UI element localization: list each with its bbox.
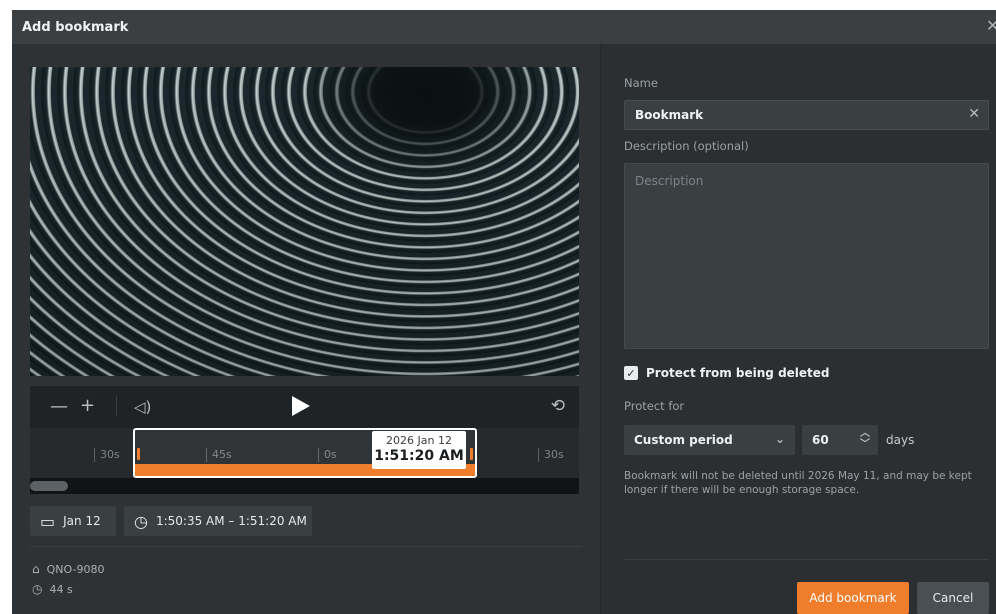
protect-label: Protect from being deleted xyxy=(646,366,830,380)
minus-icon[interactable]: — xyxy=(50,398,68,416)
play-icon[interactable] xyxy=(292,396,310,416)
description-placeholder: Description xyxy=(635,174,704,188)
divider xyxy=(624,559,989,560)
time-range-label: 1:50:35 AM – 1:51:20 AM xyxy=(155,514,307,528)
stepper-arrows-icon[interactable]: ︿ ﹀ xyxy=(860,428,870,450)
close-icon[interactable]: ✕ xyxy=(986,18,996,34)
date-button-label: Jan 12 xyxy=(63,514,101,528)
duration-value: 44 s xyxy=(49,582,73,596)
description-field[interactable]: Description xyxy=(624,163,989,349)
description-label: Description (optional) xyxy=(624,139,749,153)
selection-start-handle[interactable] xyxy=(137,448,140,460)
period-select[interactable]: Custom period ⌄ xyxy=(624,425,795,455)
name-value: Bookmark xyxy=(635,108,704,122)
form-pane: Name Bookmark ✕ Description (optional) D… xyxy=(601,44,996,614)
plus-icon[interactable]: + xyxy=(80,397,95,415)
name-label: Name xyxy=(624,76,658,90)
calendar-icon: ▭ xyxy=(40,511,56,531)
protect-for-label: Protect for xyxy=(624,399,685,413)
dialog-titlebar: Add bookmark ✕ xyxy=(12,10,996,44)
clock-icon: ◷ xyxy=(134,511,148,531)
days-value: 60 xyxy=(812,433,829,447)
period-value: Custom period xyxy=(634,433,733,447)
date-button[interactable]: ▭ Jan 12 xyxy=(30,506,116,536)
camera-icon: ⌂ xyxy=(32,562,40,576)
days-unit: days xyxy=(886,433,915,447)
clear-icon[interactable]: ✕ xyxy=(968,107,980,121)
camera-info: ⌂ QNO-9080 xyxy=(32,562,104,576)
cancel-button[interactable]: Cancel xyxy=(917,582,989,614)
volume-icon[interactable]: ◁) xyxy=(134,398,151,416)
days-stepper[interactable]: 60 ︿ ﹀ xyxy=(802,425,878,455)
protection-note: Bookmark will not be deleted until 2026 … xyxy=(624,470,972,496)
add-bookmark-dialog: Add bookmark ✕ — + ◁) ⟲ 30s 45s 0s 30s 2… xyxy=(12,10,996,614)
video-preview[interactable] xyxy=(30,67,579,376)
preview-pane: — + ◁) ⟲ 30s 45s 0s 30s 2026 Jan 12 1:51… xyxy=(12,44,600,614)
time-range-button[interactable]: ◷ 1:50:35 AM – 1:51:20 AM xyxy=(124,506,312,536)
scrollbar-thumb[interactable] xyxy=(30,481,68,491)
selection-end-handle[interactable] xyxy=(470,448,473,460)
duration-info: ◷ 44 s xyxy=(32,582,73,596)
timeline[interactable]: 30s 45s 0s 30s 2026 Jan 12 1:51:20 AM xyxy=(30,428,579,478)
time-tooltip: 2026 Jan 12 1:51:20 AM xyxy=(372,431,466,469)
timeline-tick: 30s xyxy=(94,448,120,462)
loop-icon[interactable]: ⟲ xyxy=(551,397,565,415)
protect-checkbox-row[interactable]: ✓ Protect from being deleted xyxy=(624,366,830,380)
clock-icon: ◷ xyxy=(32,582,43,596)
camera-name: QNO-9080 xyxy=(46,562,105,576)
timeline-scrollbar[interactable] xyxy=(30,478,579,494)
timeline-tick: 30s xyxy=(538,448,564,462)
chevron-down-icon: ⌄ xyxy=(774,432,785,446)
controls-separator xyxy=(116,396,117,416)
protect-checkbox[interactable]: ✓ xyxy=(624,366,638,380)
name-field[interactable]: Bookmark ✕ xyxy=(624,100,989,130)
add-bookmark-button[interactable]: Add bookmark xyxy=(797,582,909,614)
tooltip-date: 2026 Jan 12 xyxy=(386,434,452,447)
video-shade xyxy=(30,67,579,376)
dialog-title: Add bookmark xyxy=(22,19,129,35)
player-controls: — + ◁) ⟲ xyxy=(30,386,579,428)
tooltip-time: 1:51:20 AM xyxy=(374,448,464,464)
divider xyxy=(30,546,582,547)
